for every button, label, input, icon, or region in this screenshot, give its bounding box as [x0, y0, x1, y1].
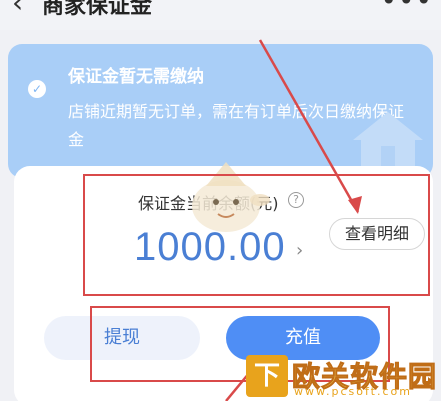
top-bar: ‹ 商家保证金 ••• — [0, 0, 441, 30]
house-illustration-icon — [353, 112, 423, 170]
help-icon[interactable]: ? — [288, 192, 304, 208]
back-icon[interactable]: ‹ — [12, 0, 23, 19]
balance-amount[interactable]: 1000.00 — [134, 225, 286, 270]
balance-label: 保证金当前余额(元) — [138, 194, 279, 213]
more-icon[interactable]: ••• — [380, 0, 433, 17]
notice-banner: ✓ 保证金暂无需缴纳 店铺近期暂无订单，需在有订单后次日缴纳保证金 — [8, 44, 433, 178]
page-title: 商家保证金 — [42, 0, 153, 19]
notice-title: 保证金暂无需缴纳 — [68, 67, 204, 87]
check-icon: ✓ — [28, 80, 46, 98]
recharge-button[interactable]: 充值 — [226, 316, 380, 360]
withdraw-button[interactable]: 提现 — [44, 316, 200, 360]
chevron-right-icon[interactable]: › — [296, 240, 303, 261]
view-details-button[interactable]: 查看明细 — [329, 218, 425, 250]
